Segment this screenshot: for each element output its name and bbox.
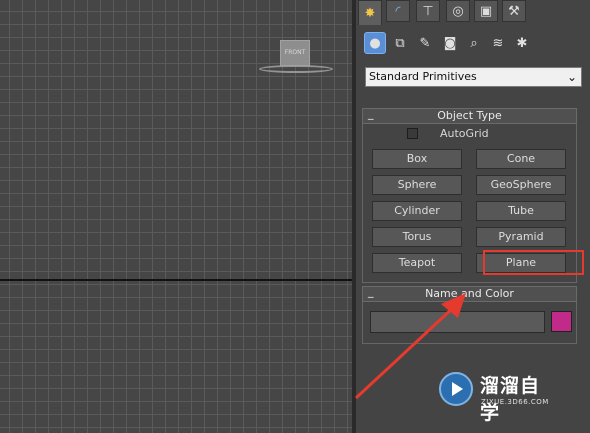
chevron-down-icon: ⌄	[566, 70, 577, 84]
name-and-color-rollout-header[interactable]: _ Name and Color	[362, 285, 577, 302]
autogrid-label: AutoGrid	[440, 127, 489, 140]
watermark-url: ZIXUE.3D66.COM	[481, 398, 549, 406]
helpers-icon[interactable]: ⌕	[463, 32, 485, 54]
geosphere-button[interactable]: GeoSphere	[476, 175, 566, 195]
watermark: 溜溜自学 ZIXUE.3D66.COM	[437, 367, 555, 424]
torus-button[interactable]: Torus	[372, 227, 462, 247]
plane-highlight-box	[483, 250, 584, 275]
spacewarps-icon[interactable]: ≋	[487, 32, 509, 54]
cylinder-button[interactable]: Cylinder	[372, 201, 462, 221]
object-name-field[interactable]	[370, 311, 545, 333]
cameras-icon[interactable]: ◙	[439, 32, 461, 54]
watermark-logo-icon	[439, 372, 473, 406]
tab-hierarchy[interactable]: ⊤	[416, 0, 440, 22]
object-type-rollout-header[interactable]: _ Object Type	[362, 107, 577, 124]
command-panel-tabs: ✸ ◜ ⊤ ◎ ▣ ⚒	[356, 0, 590, 25]
viewcube-ring[interactable]	[259, 65, 333, 73]
viewport-world-axis	[0, 279, 352, 281]
tab-motion[interactable]: ◎	[446, 0, 470, 22]
object-color-swatch[interactable]	[551, 311, 572, 332]
sphere-button[interactable]: Sphere	[372, 175, 462, 195]
autogrid-checkbox[interactable]	[407, 128, 418, 139]
cone-button[interactable]: Cone	[476, 149, 566, 169]
hierarchy-icon: ⊤	[422, 3, 434, 19]
tab-utilities[interactable]: ⚒	[502, 0, 526, 22]
curve-icon: ◜	[395, 3, 401, 19]
object-type-title: Object Type	[437, 109, 502, 122]
sun-star-icon: ✸	[364, 5, 376, 21]
category-dropdown-value: Standard Primitives	[369, 70, 477, 83]
tube-button[interactable]: Tube	[476, 201, 566, 221]
geometry-sphere-icon[interactable]: ●	[364, 32, 386, 54]
teapot-button[interactable]: Teapot	[372, 253, 462, 273]
collapse-icon: _	[368, 285, 374, 298]
collapse-icon: _	[368, 107, 374, 120]
tab-create[interactable]: ✸	[358, 0, 382, 25]
box-button[interactable]: Box	[372, 149, 462, 169]
tab-display[interactable]: ▣	[474, 0, 498, 22]
viewcube[interactable]: FRONT	[257, 38, 337, 78]
motion-icon: ◎	[452, 3, 464, 19]
lights-icon[interactable]: ✎	[414, 32, 436, 54]
monitor-icon: ▣	[479, 3, 493, 19]
tab-modify[interactable]: ◜	[386, 0, 410, 22]
systems-icon[interactable]: ✱	[511, 32, 533, 54]
front-viewport[interactable]: FRONT	[0, 0, 352, 433]
pyramid-button[interactable]: Pyramid	[476, 227, 566, 247]
hammer-icon: ⚒	[508, 3, 520, 19]
shapes-icon[interactable]: ⧉	[389, 32, 411, 54]
category-dropdown[interactable]: Standard Primitives ⌄	[365, 67, 582, 87]
viewcube-front-face[interactable]: FRONT	[280, 40, 310, 66]
name-and-color-title: Name and Color	[425, 287, 514, 300]
